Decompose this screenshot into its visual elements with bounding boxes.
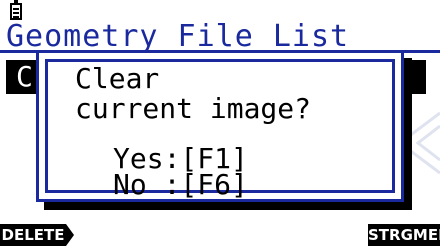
confirm-dialog: Clear current image? Yes:[F1] No :[F6] <box>36 50 404 202</box>
dialog-message-line-2: current image? <box>75 92 312 125</box>
battery-icon <box>10 0 22 20</box>
strgmem-function-key[interactable]: STRGMEM <box>368 224 440 246</box>
selected-file-label: C <box>16 60 33 93</box>
dialog-message-line-1: Clear <box>75 62 160 95</box>
no-option[interactable]: No :[F6] <box>113 171 248 199</box>
delete-function-key[interactable]: DELETE <box>0 224 74 246</box>
calculator-screen: Geometry File List C Clear current image… <box>0 0 440 246</box>
app-title: Geometry File List <box>6 19 350 54</box>
